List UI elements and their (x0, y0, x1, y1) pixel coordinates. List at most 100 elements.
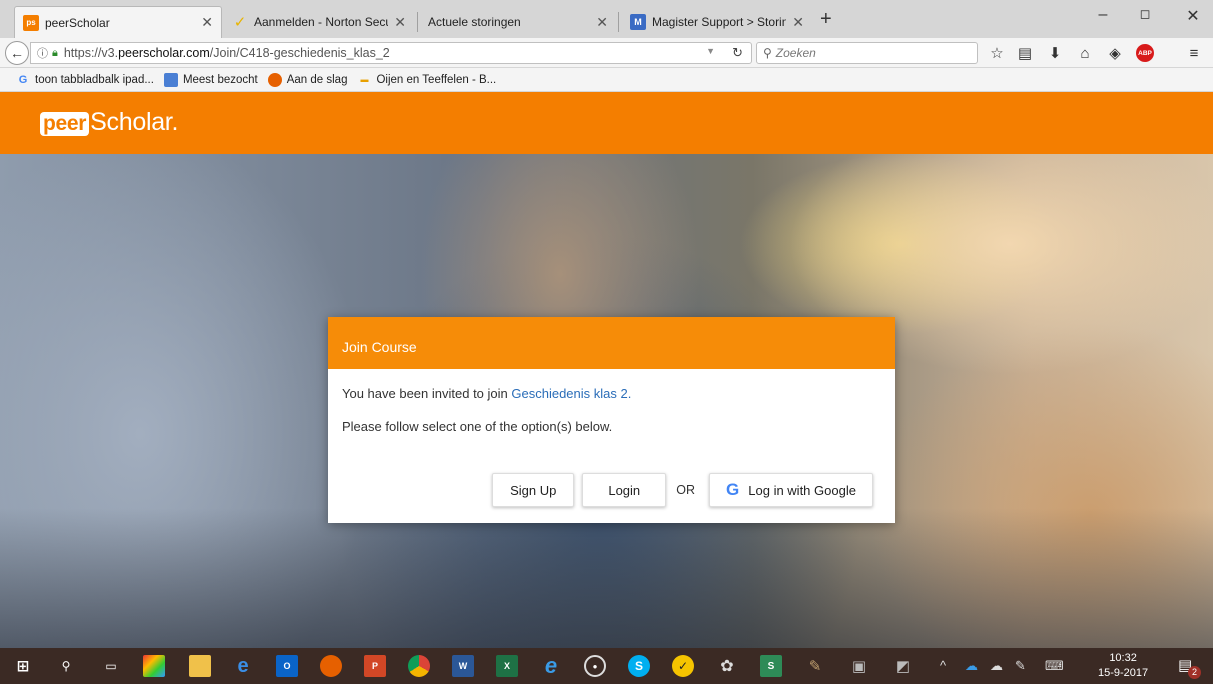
google-login-label: Log in with Google (748, 482, 856, 498)
search-icon[interactable]: ⚲ (55, 655, 77, 677)
camera-app-icon[interactable]: ▣ (848, 655, 870, 677)
back-button[interactable]: ← (5, 41, 29, 65)
photos-app-icon[interactable]: ✎ (804, 655, 826, 677)
adblock-plus-icon[interactable]: ABP (1136, 44, 1154, 62)
lock-icon: 🔒︎ (52, 46, 58, 59)
chrome-icon[interactable] (408, 655, 430, 677)
close-tab-icon[interactable]: ✕ (596, 14, 608, 31)
windows-taskbar: ⊞ ⚲ ▭ e O P W X e ● S ✓ ✿ S ✎ ▣ ◩ ^ ☁ ☁ … (0, 648, 1213, 684)
instruction-text: Please follow select one of the option(s… (342, 419, 613, 434)
google-login-button[interactable]: G Log in with Google (709, 473, 873, 507)
logo-peer: peer (40, 112, 90, 136)
join-course-dialog: Join Course You have been invited to joi… (328, 317, 895, 523)
file-explorer-icon[interactable] (189, 655, 211, 677)
page-viewport: peer Scholar. Join Course You have been i… (0, 92, 1213, 648)
task-view-icon[interactable]: ▭ (100, 655, 122, 677)
bookmark-star-icon[interactable]: ☆ (988, 44, 1006, 62)
paint-app-icon[interactable] (143, 655, 165, 677)
powerpoint-icon[interactable]: P (364, 655, 386, 677)
site-info-icon[interactable]: ⓘ (37, 45, 48, 61)
back-arrow-icon: ← (10, 45, 24, 61)
logo-scholar: Scholar. (90, 108, 179, 136)
bookmark-oijen-teeffelen[interactable]: ▬ Oijen en Teeffelen - B... (357, 73, 496, 87)
sway-icon[interactable]: S (760, 655, 782, 677)
show-hidden-icons-chevron[interactable]: ^ (940, 658, 946, 673)
cloud-icon[interactable]: ☁ (990, 658, 1003, 674)
google-g-icon: G (726, 480, 740, 499)
tab-magister[interactable]: M Magister Support > Storinge ✕ (622, 6, 812, 38)
bookmark-label: Oijen en Teeffelen - B... (376, 73, 497, 86)
adblock-label: ABP (1136, 44, 1154, 62)
norton-check-icon: ✓ (233, 14, 247, 31)
home-icon[interactable]: ⌂ (1076, 44, 1094, 62)
peerscholar-logo[interactable]: peer Scholar. (40, 108, 178, 137)
tab-divider (618, 12, 619, 32)
system-clock[interactable]: 10:32 15-9-2017 (1098, 651, 1148, 681)
download-icon[interactable]: ⬇ (1046, 44, 1064, 62)
tab-peerscholar[interactable]: ps peerScholar ✕ (14, 6, 222, 38)
close-window-button[interactable]: ✕ (1170, 6, 1213, 26)
site-header: peer Scholar. (0, 92, 1213, 154)
course-link[interactable]: Geschiedenis klas 2. (511, 386, 631, 401)
dialog-title: Join Course (328, 317, 895, 369)
bookmark-label: Aan de slag (286, 73, 348, 86)
notebook-app-icon[interactable]: ◩ (892, 655, 914, 677)
outlook-icon[interactable]: O (276, 655, 298, 677)
close-tab-icon[interactable]: ✕ (201, 14, 213, 31)
restore-button[interactable]: ◻ (1122, 6, 1168, 22)
excel-icon[interactable]: X (496, 655, 518, 677)
bookmark-aan-de-slag[interactable]: Aan de slag (267, 72, 348, 87)
tab-title: Aanmelden - Norton Secure (254, 15, 389, 29)
onedrive-icon[interactable]: ☁ (965, 658, 978, 674)
paint-palette-icon[interactable]: ✿ (716, 655, 738, 677)
address-bar[interactable]: ⓘ 🔒︎ https://v3. peerscholar.com/Join/C41… (30, 42, 752, 64)
firefox-icon[interactable] (320, 655, 342, 677)
firefox-icon (267, 72, 282, 87)
search-icon: ⚲ (763, 46, 772, 60)
navigation-bar: ← ⓘ 🔒︎ https://v3. peerscholar.com/Join/C… (0, 38, 1213, 68)
keyboard-icon[interactable]: ⌨ (1045, 658, 1064, 674)
windows-start-icon[interactable]: ⊞ (12, 655, 34, 677)
clock-time: 10:32 (1109, 652, 1137, 664)
dialog-actions: Sign Up Login OR G Log in with Google (492, 473, 873, 507)
most-visited-icon (163, 72, 178, 87)
pocket-icon[interactable]: ◈ (1106, 44, 1124, 62)
browser-tab-bar: ps peerScholar ✕ ✓ Aanmelden - Norton Se… (0, 0, 1213, 38)
close-tab-icon[interactable]: ✕ (394, 14, 406, 31)
pen-icon[interactable]: ✎ (1015, 658, 1026, 674)
skype-icon[interactable]: S (628, 655, 650, 677)
hero-shade (0, 508, 1213, 648)
url-dropdown-icon[interactable]: ▼ (706, 46, 715, 56)
tab-norton[interactable]: ✓ Aanmelden - Norton Secure ✕ (224, 6, 414, 38)
reload-icon[interactable]: ↻ (732, 45, 743, 61)
bookmark-meest-bezocht[interactable]: Meest bezocht (163, 72, 258, 87)
url-domain: peerscholar.com (118, 46, 210, 60)
menu-icon[interactable]: ≡ (1185, 44, 1203, 62)
internet-explorer-icon[interactable]: e (540, 653, 562, 678)
media-player-icon[interactable]: ● (584, 655, 606, 677)
sign-up-button[interactable]: Sign Up (492, 473, 575, 507)
norton-icon[interactable]: ✓ (672, 655, 694, 677)
new-tab-button[interactable]: + (820, 8, 832, 31)
bookmark-label: Meest bezocht (182, 73, 258, 86)
close-tab-icon[interactable]: ✕ (792, 14, 804, 31)
word-icon[interactable]: W (452, 655, 474, 677)
search-placeholder: Zoeken (775, 46, 816, 60)
tab-storingen[interactable]: Actuele storingen ✕ (420, 6, 616, 38)
login-button[interactable]: Login (582, 473, 667, 507)
reading-list-icon[interactable]: ▤ (1016, 44, 1034, 62)
google-g-icon: G (18, 73, 28, 86)
magister-favicon: M (630, 14, 646, 30)
clock-date: 15-9-2017 (1098, 667, 1149, 679)
tab-title: peerScholar (45, 15, 110, 30)
notification-count-badge: 2 (1188, 666, 1201, 679)
bookmark-toon-tabbladbalk[interactable]: G toon tabbladbalk ipad... (16, 73, 154, 87)
site-icon: ▬ (360, 75, 369, 84)
peerscholar-favicon: ps (23, 14, 39, 31)
minimize-button[interactable]: – (1080, 6, 1126, 24)
edge-icon[interactable]: e (232, 655, 254, 677)
invite-text: You have been invited to join (342, 386, 512, 401)
tab-title: Magister Support > Storinge (652, 15, 787, 29)
search-input[interactable]: ⚲ Zoeken (756, 42, 978, 64)
dialog-body: You have been invited to join Geschieden… (328, 386, 895, 435)
